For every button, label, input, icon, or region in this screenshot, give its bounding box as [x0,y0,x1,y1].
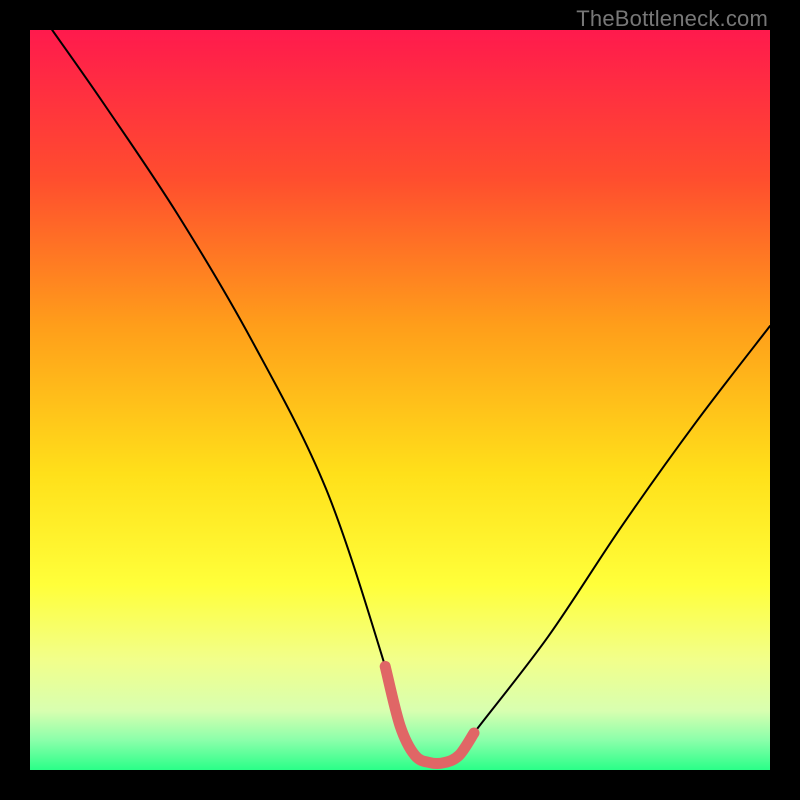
watermark-text: TheBottleneck.com [576,6,768,32]
curve-layer [30,30,770,770]
bottleneck-curve [52,30,770,764]
optimum-segment [385,666,474,763]
plot-area [30,30,770,770]
chart-frame: TheBottleneck.com [0,0,800,800]
